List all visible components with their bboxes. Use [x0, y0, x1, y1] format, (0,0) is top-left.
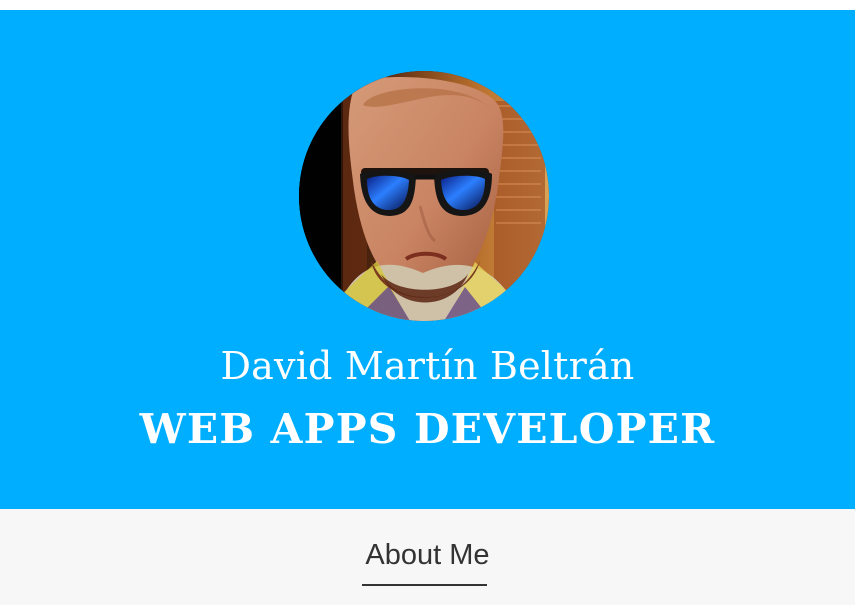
profile-avatar: [299, 71, 549, 321]
about-heading: About Me: [365, 539, 490, 571]
profile-name: David Martín Beltrán: [220, 344, 635, 388]
profile-title: WEB APPS DEVELOPER: [139, 405, 716, 453]
hero-section: David Martín Beltrán WEB APPS DEVELOPER: [0, 10, 855, 509]
profile-photo: [299, 71, 549, 321]
page: David Martín Beltrán WEB APPS DEVELOPER …: [0, 0, 855, 605]
about-heading-underline: [362, 584, 487, 586]
about-section: About Me: [0, 509, 855, 605]
